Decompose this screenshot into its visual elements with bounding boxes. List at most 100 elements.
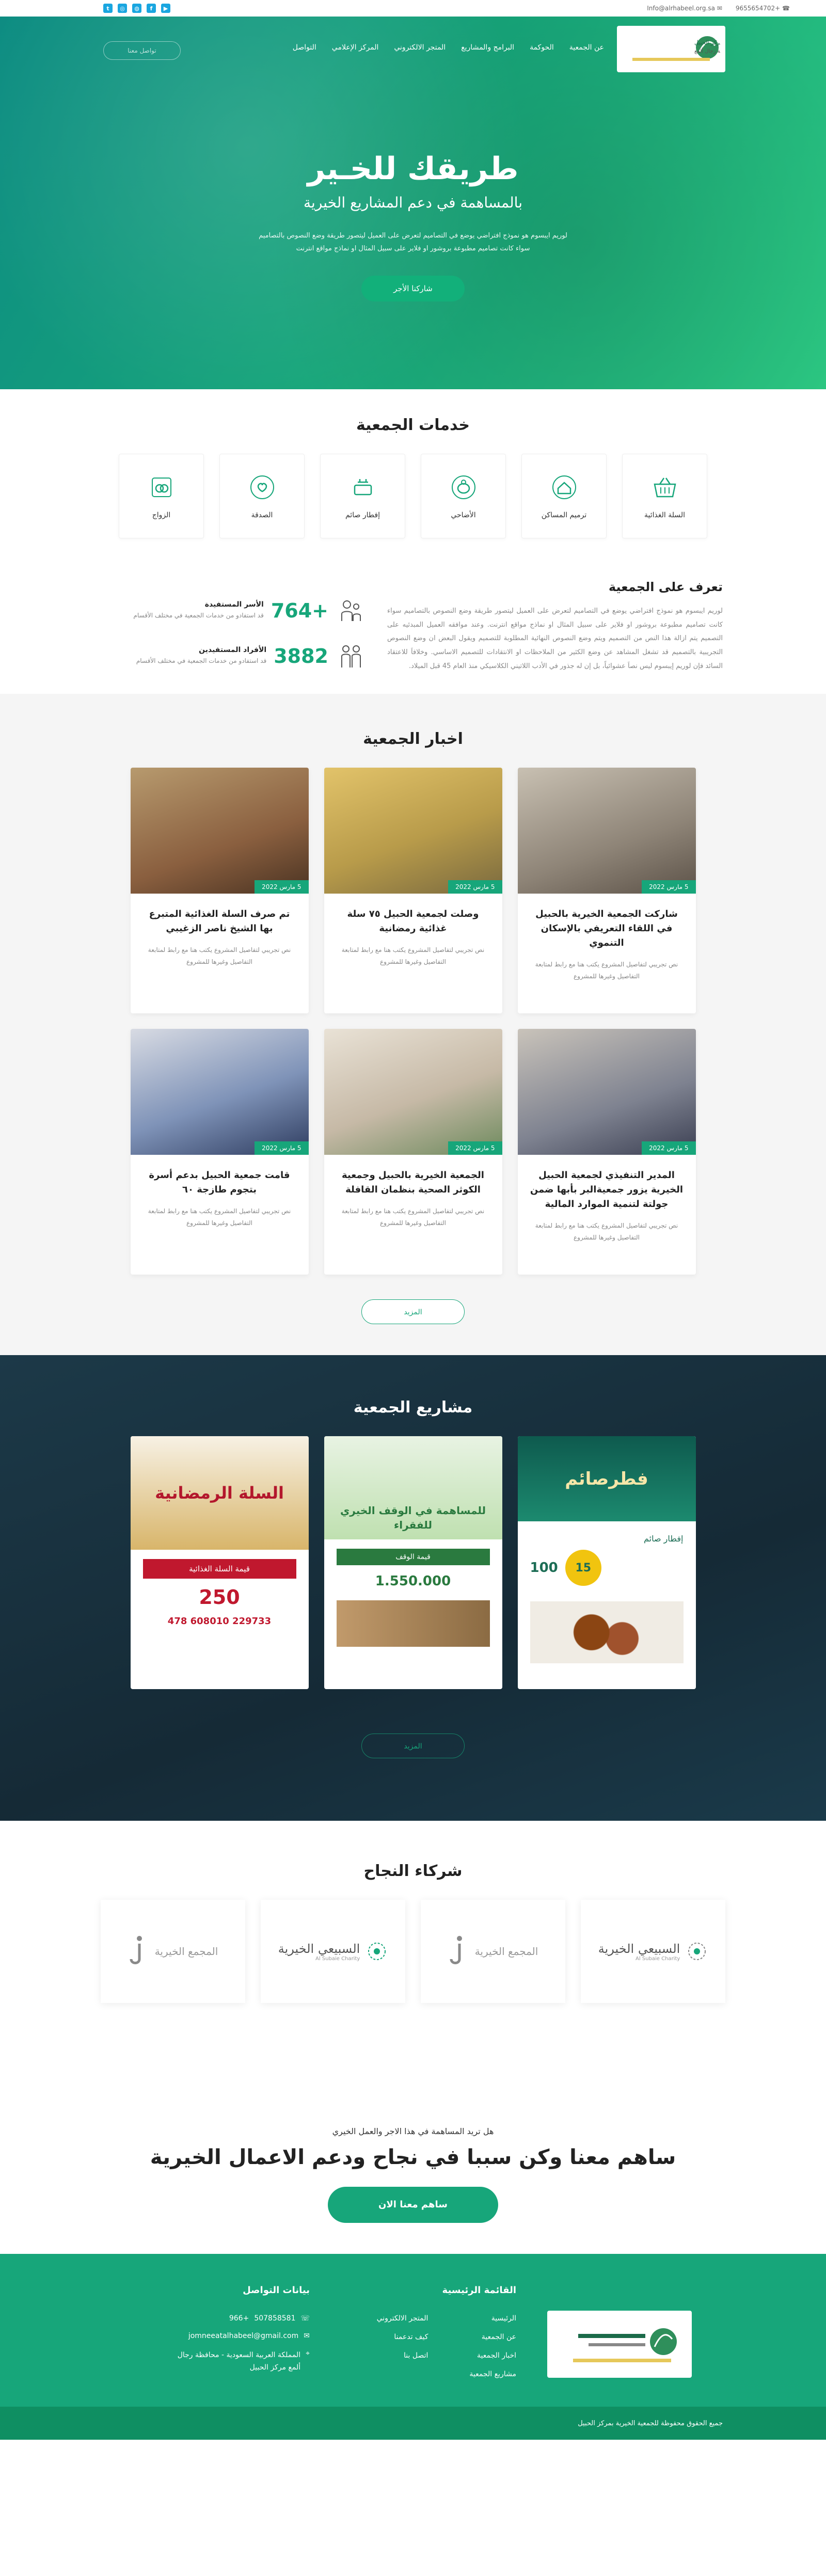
- news-excerpt: نص تجريبي لتفاصيل المشروع يكتب هنا مع را…: [341, 946, 485, 965]
- footer-link[interactable]: المتجر الالكتروني: [377, 2314, 428, 2323]
- footer-link[interactable]: عن الجمعية: [469, 2333, 516, 2341]
- footer-link[interactable]: مشاريع الجمعية: [469, 2370, 516, 2378]
- footer-logo[interactable]: [547, 2311, 692, 2378]
- news-headline[interactable]: الجمعية الخيرية بالحبيل وجمعية الكوثر ال…: [337, 1168, 490, 1197]
- food-icon: [354, 479, 372, 496]
- news-image: 5 مارس 2022: [517, 768, 696, 894]
- nav-item-governance[interactable]: الحوكمة: [530, 43, 554, 52]
- stat-number: 3882: [274, 645, 328, 667]
- footer-email-text: jomneeatalhabeel@gmail.com: [188, 2332, 299, 2341]
- footer-email[interactable]: ✉ jomneeatalhabeel@gmail.com: [166, 2332, 310, 2340]
- phone-item[interactable]: ☎ +9655654702: [736, 5, 790, 12]
- news-excerpt: نص تجريبي لتفاصيل المشروع يكتب هنا مع را…: [535, 960, 678, 980]
- news-excerpt: نص تجريبي لتفاصيل المشروع يكتب هنا مع را…: [535, 1221, 678, 1241]
- services-section: خدمات الجمعية السلة الغذائية ترميم المسا…: [0, 389, 826, 559]
- partner-logo[interactable]: المجمع الخيرية: [421, 1900, 565, 2003]
- project-subtitle: قيمة السلة الغذائية: [142, 1559, 296, 1579]
- youtube-icon[interactable]: ▶: [161, 4, 170, 13]
- top-email: Info@alrhabeel.org.sa: [647, 5, 715, 12]
- nav-item-programs[interactable]: البرامج والمشاريع: [461, 43, 514, 52]
- service-card[interactable]: ترميم المساكن: [521, 454, 607, 538]
- subaie-logo-icon: [688, 1943, 706, 1961]
- footer-link[interactable]: اتصل بنا: [377, 2351, 428, 2360]
- project-card[interactable]: فطرصائم إفطار صائم 15 100: [517, 1436, 696, 1690]
- snapchat-icon[interactable]: ◍: [132, 4, 141, 13]
- footer-link[interactable]: الرئيسية: [469, 2314, 516, 2323]
- news-card[interactable]: 5 مارس 2022 الجمعية الخيرية بالحبيل وجمع…: [324, 1029, 502, 1275]
- contribute-now-button[interactable]: ساهم معنا الان: [328, 2187, 498, 2223]
- services-title: خدمات الجمعية: [356, 416, 470, 434]
- footer-address: ⌖ المملكة العربية السعودية - محافظة رجال …: [166, 2349, 310, 2374]
- news-more-button[interactable]: المزيد: [361, 1299, 465, 1325]
- footer-link[interactable]: كيف تدعمنا: [377, 2333, 428, 2341]
- basket-icon: [653, 478, 676, 498]
- site-footer: القائمة الرئيسية الرئيسية عن الجمعية اخب…: [0, 2254, 826, 2407]
- news-date: 5 مارس 2022: [255, 1141, 309, 1155]
- footer-link[interactable]: اخبار الجمعية: [469, 2351, 516, 2360]
- news-headline[interactable]: شاركت الجمعية الخيرية بالحبيل في اللقاء …: [530, 907, 684, 950]
- news-headline[interactable]: قامت جمعية الحبيل بدعم أسرة بتجوم طازجة …: [143, 1168, 296, 1197]
- header-contact-button[interactable]: تواصل معنا: [103, 41, 181, 60]
- service-card[interactable]: الأضاحي: [421, 454, 506, 538]
- cta-section: هل تريد المساهمة في هذا الاجر والعمل الخ…: [0, 2100, 826, 2254]
- logo-subtext: محافظة رجال ألمع: [694, 47, 720, 54]
- site-logo[interactable]: الجمعية الخيرية بمركز الحبيل محافظة رجال…: [617, 26, 725, 72]
- nav-item-contact[interactable]: التواصل: [293, 43, 316, 52]
- footer-phone[interactable]: ☏ 507858581 +966: [166, 2314, 310, 2323]
- service-card[interactable]: السلة الغذائية: [622, 454, 707, 538]
- footer-contact-title: بيانات التواصل: [243, 2285, 310, 2296]
- partner-name-en: Al Subaie Charity: [636, 1955, 680, 1962]
- news-headline[interactable]: المدير التنفيذي لجمعية الحبيل الخيرية يز…: [530, 1168, 684, 1212]
- top-bar: ☎ +9655654702 ✉ Info@alrhabeel.org.sa t …: [0, 0, 826, 17]
- partner-name: المجمع الخيرية: [154, 1945, 218, 1958]
- cta-headline: ساهم معنا وكن سببا في نجاح ودعم الاعمال …: [150, 2145, 676, 2170]
- news-card[interactable]: 5 مارس 2022 المدير التنفيذي لجمعية الحبي…: [517, 1029, 696, 1275]
- partner-logo[interactable]: المجمع الخيرية: [101, 1900, 245, 2003]
- nav-item-store[interactable]: المتجر الالكتروني: [394, 43, 446, 52]
- sheep-icon: [451, 475, 475, 499]
- facebook-icon[interactable]: f: [147, 4, 156, 13]
- project-amount: 250: [199, 1586, 240, 1609]
- service-label: ترميم المساكن: [541, 511, 587, 519]
- news-title: اخبار الجمعية: [363, 730, 463, 749]
- service-card[interactable]: إفطار صائم: [320, 454, 405, 538]
- news-card[interactable]: 5 مارس 2022 قامت جمعية الحبيل بدعم أسرة …: [130, 1029, 309, 1275]
- house-icon: [552, 475, 576, 499]
- project-cost: 100: [530, 1560, 558, 1576]
- partners-title: شركاء النجاح: [363, 1862, 463, 1881]
- news-date: 5 مارس 2022: [642, 880, 696, 894]
- news-headline[interactable]: تم صرف السلة الغذائية المتبرع بها الشيخ …: [143, 907, 296, 936]
- copyright-bar: جميع الحقوق محفوظة للجمعية الخيرية بمركز…: [0, 2407, 826, 2440]
- news-image: 5 مارس 2022: [130, 768, 309, 894]
- people-icon: [341, 645, 361, 667]
- service-label: إفطار صائم: [345, 511, 380, 519]
- projects-section: مشاريع الجمعية فطرصائم إفطار صائم 15 100…: [0, 1355, 826, 1821]
- news-grid: 5 مارس 2022 شاركت الجمعية الخيرية بالحبي…: [0, 768, 826, 1275]
- project-card[interactable]: للمساهمة في الوقف الخيري للفقراء قيمة ال…: [324, 1436, 502, 1690]
- nav-item-about[interactable]: عن الجمعية: [569, 43, 604, 52]
- news-image: 5 مارس 2022: [324, 768, 502, 894]
- service-card[interactable]: الزواج: [119, 454, 204, 538]
- nav-item-media[interactable]: المركز الإعلامي: [332, 43, 379, 52]
- instagram-icon[interactable]: ◎: [118, 4, 127, 13]
- twitter-icon[interactable]: t: [103, 4, 113, 13]
- partners-list: السبيعي الخيرية Al Subaie Charity المجمع …: [0, 1900, 826, 2003]
- email-item[interactable]: ✉ Info@alrhabeel.org.sa: [647, 5, 722, 12]
- share-reward-button[interactable]: شاركنا الأجر: [361, 276, 465, 302]
- copyright-text: جميع الحقوق محفوظة للجمعية الخيرية بمركز…: [578, 2419, 723, 2427]
- stat-desc: قد استفادو من خدمات الجمعية في مختلف الأ…: [133, 612, 264, 619]
- news-headline[interactable]: وصلت لجمعية الحبيل ٧٥ سلة غذائية رمضانية: [337, 907, 490, 936]
- hero-subtitle: بالمساهمة في دعم المشاريع الخيرية: [304, 194, 522, 211]
- project-card[interactable]: السلة الرمضانية قيمة السلة الغذائية 250 …: [130, 1436, 309, 1690]
- service-card[interactable]: الصدقة: [219, 454, 305, 538]
- project-subtitle: إفطار صائم: [644, 1534, 684, 1544]
- partner-logo[interactable]: السبيعي الخيرية Al Subaie Charity: [581, 1900, 725, 2003]
- service-label: الزواج: [152, 511, 171, 519]
- partner-logo[interactable]: السبيعي الخيرية Al Subaie Charity: [261, 1900, 405, 2003]
- news-card[interactable]: 5 مارس 2022 تم صرف السلة الغذائية المتبر…: [130, 768, 309, 1014]
- project-banner: السلة الرمضانية: [130, 1436, 309, 1550]
- news-card[interactable]: 5 مارس 2022 شاركت الجمعية الخيرية بالحبي…: [517, 768, 696, 1014]
- projects-more-button[interactable]: المزيد: [361, 1734, 465, 1759]
- news-card[interactable]: 5 مارس 2022 وصلت لجمعية الحبيل ٧٥ سلة غذ…: [324, 768, 502, 1014]
- project-banner: للمساهمة في الوقف الخيري للفقراء: [324, 1436, 502, 1540]
